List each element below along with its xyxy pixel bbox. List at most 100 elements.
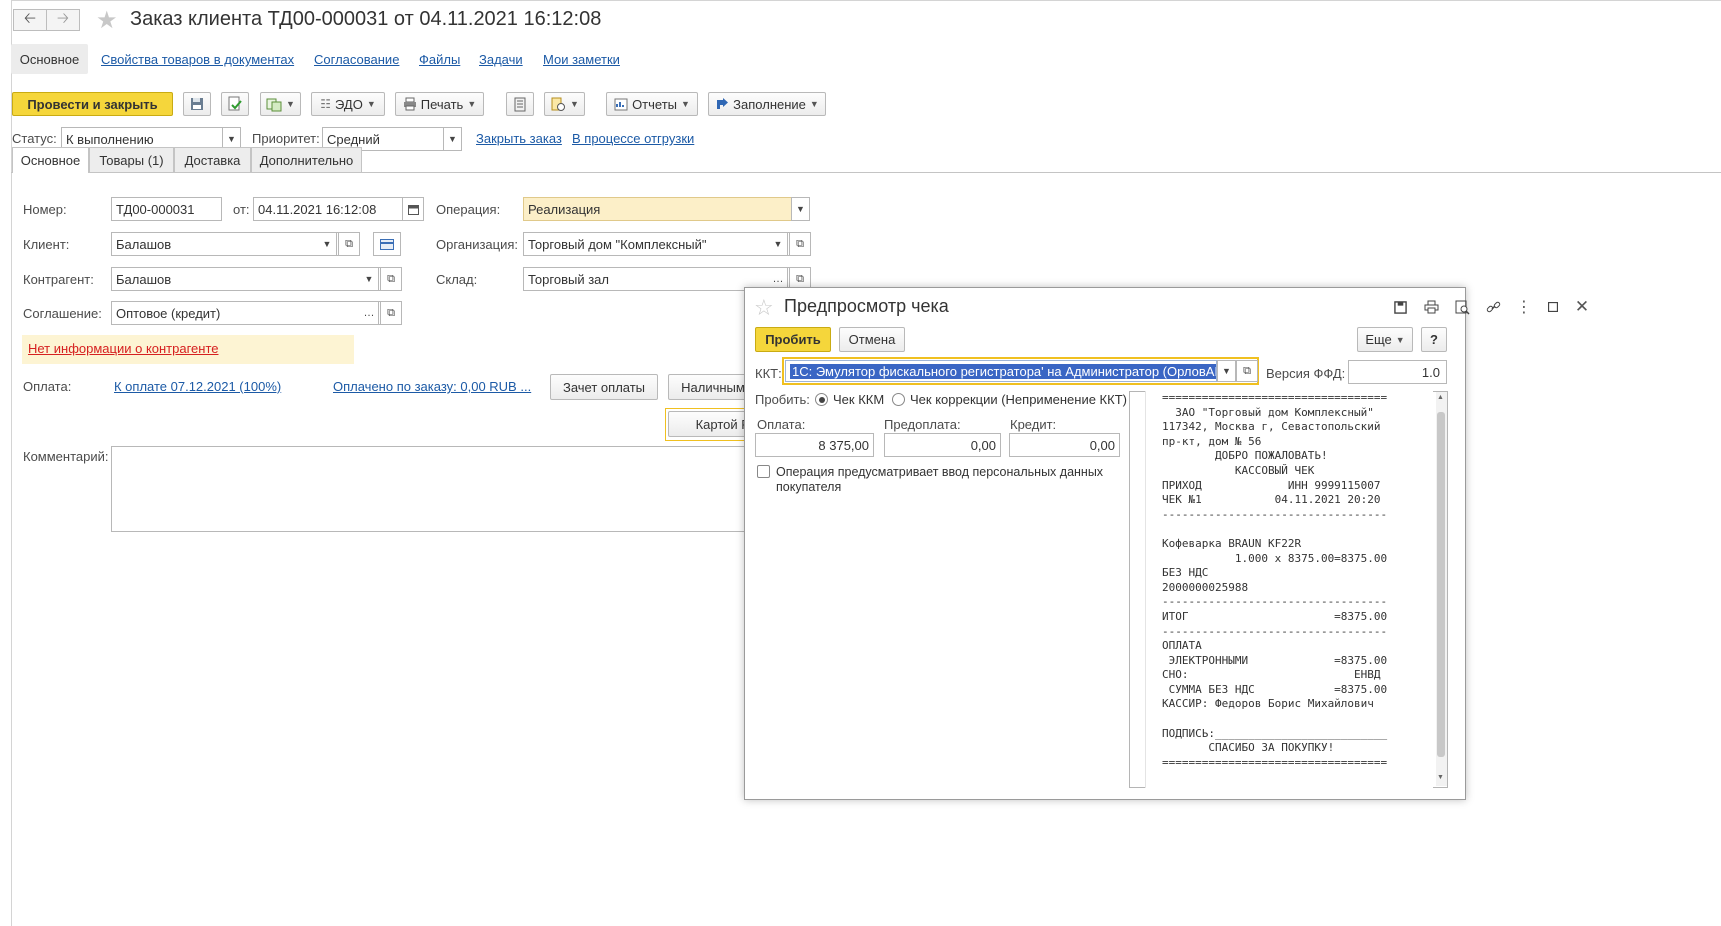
receipt-line: ПРИХОД ИНН 9999115007 — [1162, 478, 1381, 492]
receipt-line: ЭЛЕКТРОННЫМИ =8375.00 — [1162, 653, 1388, 667]
prepayment-field[interactable]: 0,00 — [884, 433, 1001, 457]
kkt-open-button[interactable]: ⧉ — [1236, 360, 1258, 382]
agreement-select-button[interactable]: … — [360, 301, 379, 325]
client-card-button[interactable] — [373, 232, 401, 256]
to-pay-link[interactable]: К оплате 07.12.2021 (100%) — [114, 379, 281, 394]
top-border — [11, 0, 1721, 1]
back-button[interactable]: 🡠 — [13, 9, 47, 31]
dialog-cancel-button[interactable]: Отмена — [839, 327, 905, 352]
dialog-close-icon[interactable]: ✕ — [1572, 297, 1592, 317]
create-based-on-button[interactable]: ▼ — [260, 92, 301, 116]
organization-dropdown-button[interactable]: ▼ — [769, 232, 788, 256]
receipt-line: ОПЛАТА — [1162, 639, 1202, 653]
edo-button[interactable]: ☷ ЭДО ▼ — [311, 92, 385, 116]
reports-label: Отчеты — [632, 96, 677, 112]
print-button[interactable]: Печать ▼ — [395, 92, 484, 116]
date-field[interactable]: 04.11.2021 16:12:08 — [253, 197, 403, 221]
number-field[interactable]: ТД00-000031 — [111, 197, 222, 221]
payment-offset-button[interactable]: Зачет оплаты — [550, 374, 658, 400]
operation-field[interactable]: Реализация — [523, 197, 792, 221]
priority-dropdown-button[interactable]: ▼ — [443, 127, 462, 151]
chevron-down-icon: ▼ — [448, 134, 457, 144]
section-tasks[interactable]: Задачи — [479, 52, 523, 67]
dialog-title: Предпросмотр чека — [784, 296, 949, 316]
personal-data-checkbox[interactable] — [757, 465, 770, 478]
tab-goods[interactable]: Товары (1) — [89, 147, 174, 172]
shipping-status-link[interactable]: В процессе отгрузки — [572, 131, 694, 146]
agreement-label: Соглашение: — [23, 306, 102, 321]
client-open-button[interactable]: ⧉ — [338, 232, 360, 256]
agreement-field[interactable]: Оптовое (кредит) — [111, 301, 381, 325]
payment-amount-field[interactable]: 8 375,00 — [755, 433, 874, 457]
post-and-close-button[interactable]: Провести и закрыть — [12, 92, 173, 116]
receipt-line: ---------------------------------- — [1162, 595, 1388, 609]
ffd-version-label: Версия ФФД: — [1266, 366, 1346, 381]
fill-button[interactable]: Заполнение ▼ — [708, 92, 826, 116]
section-approval[interactable]: Согласование — [314, 52, 399, 67]
paid-by-order-link[interactable]: Оплачено по заказу: 0,00 RUB ... — [333, 379, 531, 394]
structure-button[interactable] — [506, 92, 534, 116]
section-main[interactable]: Основное — [11, 44, 88, 74]
receipt-line: КАССИР: Федоров Борис Михайлович — [1162, 697, 1374, 711]
dialog-print-button[interactable] — [1421, 297, 1441, 317]
receipt-line: 1.000 x 8375.00=8375.00 — [1162, 551, 1388, 565]
open-window-icon: ⧉ — [796, 237, 804, 250]
attachments-button[interactable]: ▼ — [544, 92, 585, 116]
operation-dropdown-button[interactable]: ▼ — [791, 197, 810, 221]
receipt-line: Кофеварка BRAUN KF22R — [1162, 536, 1302, 550]
punch-button[interactable]: Пробить — [755, 327, 831, 352]
client-label: Клиент: — [23, 237, 70, 252]
open-window-icon: ⧉ — [345, 237, 353, 250]
client-field[interactable]: Балашов — [111, 232, 341, 256]
organization-field[interactable]: Торговый дом "Комплексный" — [523, 232, 792, 256]
dialog-help-button[interactable]: ? — [1421, 327, 1447, 352]
kkt-label: ККТ: — [755, 366, 782, 381]
section-files[interactable]: Файлы — [419, 52, 460, 67]
tab-additional[interactable]: Дополнительно — [251, 147, 362, 172]
receipt-line: 117342, Москва г, Севастопольский — [1162, 420, 1381, 434]
maximize-icon — [1548, 302, 1558, 312]
client-dropdown-button[interactable]: ▼ — [318, 232, 337, 256]
radio-correction-receipt[interactable] — [892, 393, 905, 406]
agreement-open-button[interactable]: ⧉ — [380, 301, 402, 325]
receipt-line — [1162, 522, 1387, 537]
dialog-save-button[interactable] — [1390, 297, 1410, 317]
dialog-link-button[interactable] — [1483, 297, 1503, 317]
no-counterparty-info-link[interactable]: Нет информации о контрагенте — [28, 341, 219, 356]
counterparty-dropdown-button[interactable]: ▼ — [360, 267, 379, 291]
counterparty-field[interactable]: Балашов — [111, 267, 381, 291]
scroll-up-icon[interactable]: ▲ — [1437, 394, 1444, 401]
credit-field[interactable]: 0,00 — [1009, 433, 1120, 457]
fill-label: Заполнение — [733, 96, 806, 112]
tab-delivery[interactable]: Доставка — [174, 147, 251, 172]
chevron-down-icon: ▼ — [227, 134, 236, 144]
receipt-line: ================================== — [1162, 755, 1388, 769]
comment-label: Комментарий: — [23, 449, 109, 464]
tab-main[interactable]: Основное — [12, 147, 89, 173]
arrow-right-icon: 🡢 — [56, 9, 70, 27]
favorite-star-icon[interactable]: ★ — [96, 6, 118, 35]
comment-textarea[interactable] — [111, 446, 793, 532]
ffd-version-field[interactable]: 1.0 — [1348, 360, 1447, 384]
counterparty-open-button[interactable]: ⧉ — [380, 267, 402, 291]
save-button[interactable] — [183, 92, 211, 116]
section-product-properties[interactable]: Свойства товаров в документах — [101, 52, 294, 67]
close-order-link[interactable]: Закрыть заказ — [476, 131, 562, 146]
dialog-more-button[interactable]: Еще ▼ — [1357, 327, 1413, 352]
receipt-scrollbar-thumb[interactable] — [1437, 412, 1445, 757]
dialog-preview-button[interactable] — [1452, 297, 1472, 317]
dialog-maximize-button[interactable] — [1543, 297, 1563, 317]
post-button[interactable] — [221, 92, 249, 116]
dialog-more-actions-icon[interactable]: ⋮ — [1514, 297, 1534, 317]
organization-open-button[interactable]: ⧉ — [789, 232, 811, 256]
kkt-field[interactable]: 1С: Эмулятор фискального регистратора' н… — [785, 360, 1217, 382]
calendar-button[interactable] — [402, 197, 424, 221]
receipt-line: ================================== — [1162, 391, 1388, 404]
section-my-notes[interactable]: Мои заметки — [543, 52, 620, 67]
reports-button[interactable]: Отчеты ▼ — [606, 92, 698, 116]
scroll-down-icon[interactable]: ▼ — [1437, 774, 1444, 781]
forward-button[interactable]: 🡢 — [46, 9, 80, 31]
dialog-favorite-star-icon[interactable]: ☆ — [754, 295, 774, 321]
radio-receipt-kkm[interactable] — [815, 393, 828, 406]
kkt-dropdown-button[interactable]: ▼ — [1217, 360, 1236, 382]
